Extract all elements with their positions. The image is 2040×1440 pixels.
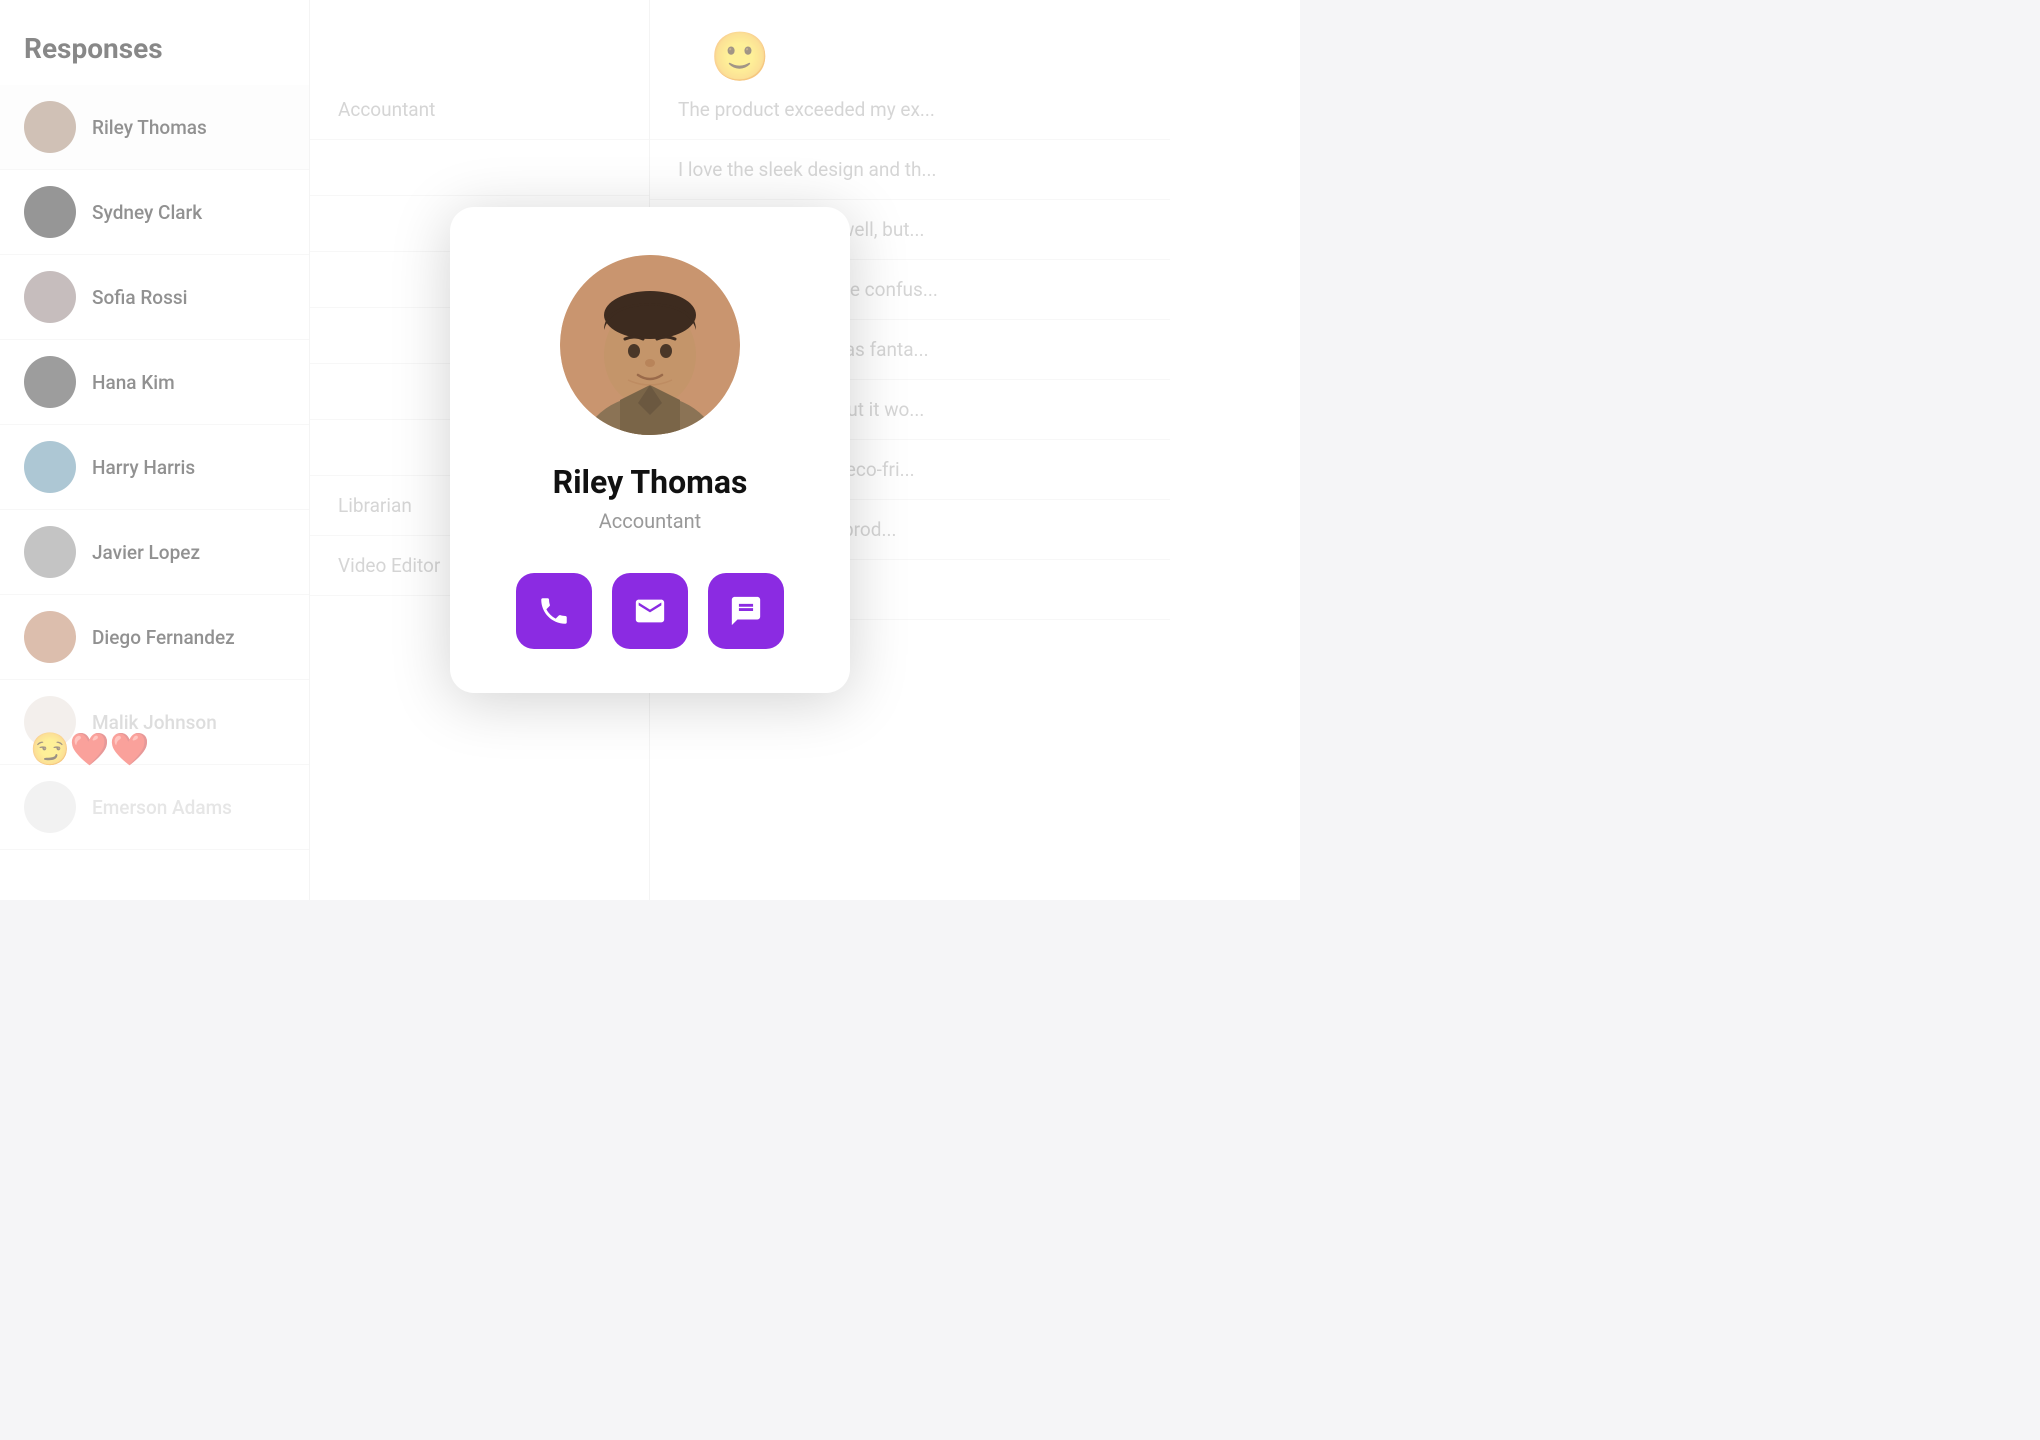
phone-icon [537, 594, 571, 628]
modal-job: Accountant [599, 509, 701, 533]
modal-overlay: Riley Thomas Accountant [0, 0, 1300, 900]
modal-avatar [560, 255, 740, 435]
profile-modal: Riley Thomas Accountant [450, 207, 850, 693]
email-button[interactable] [612, 573, 688, 649]
phone-button[interactable] [516, 573, 592, 649]
main-container: Responses Riley Thomas Sydney Clark Sofi… [0, 0, 1300, 900]
email-icon [633, 594, 667, 628]
modal-name: Riley Thomas [553, 463, 748, 501]
message-icon [729, 594, 763, 628]
message-button[interactable] [708, 573, 784, 649]
modal-actions [516, 573, 784, 649]
avatar-illustration [560, 255, 740, 435]
